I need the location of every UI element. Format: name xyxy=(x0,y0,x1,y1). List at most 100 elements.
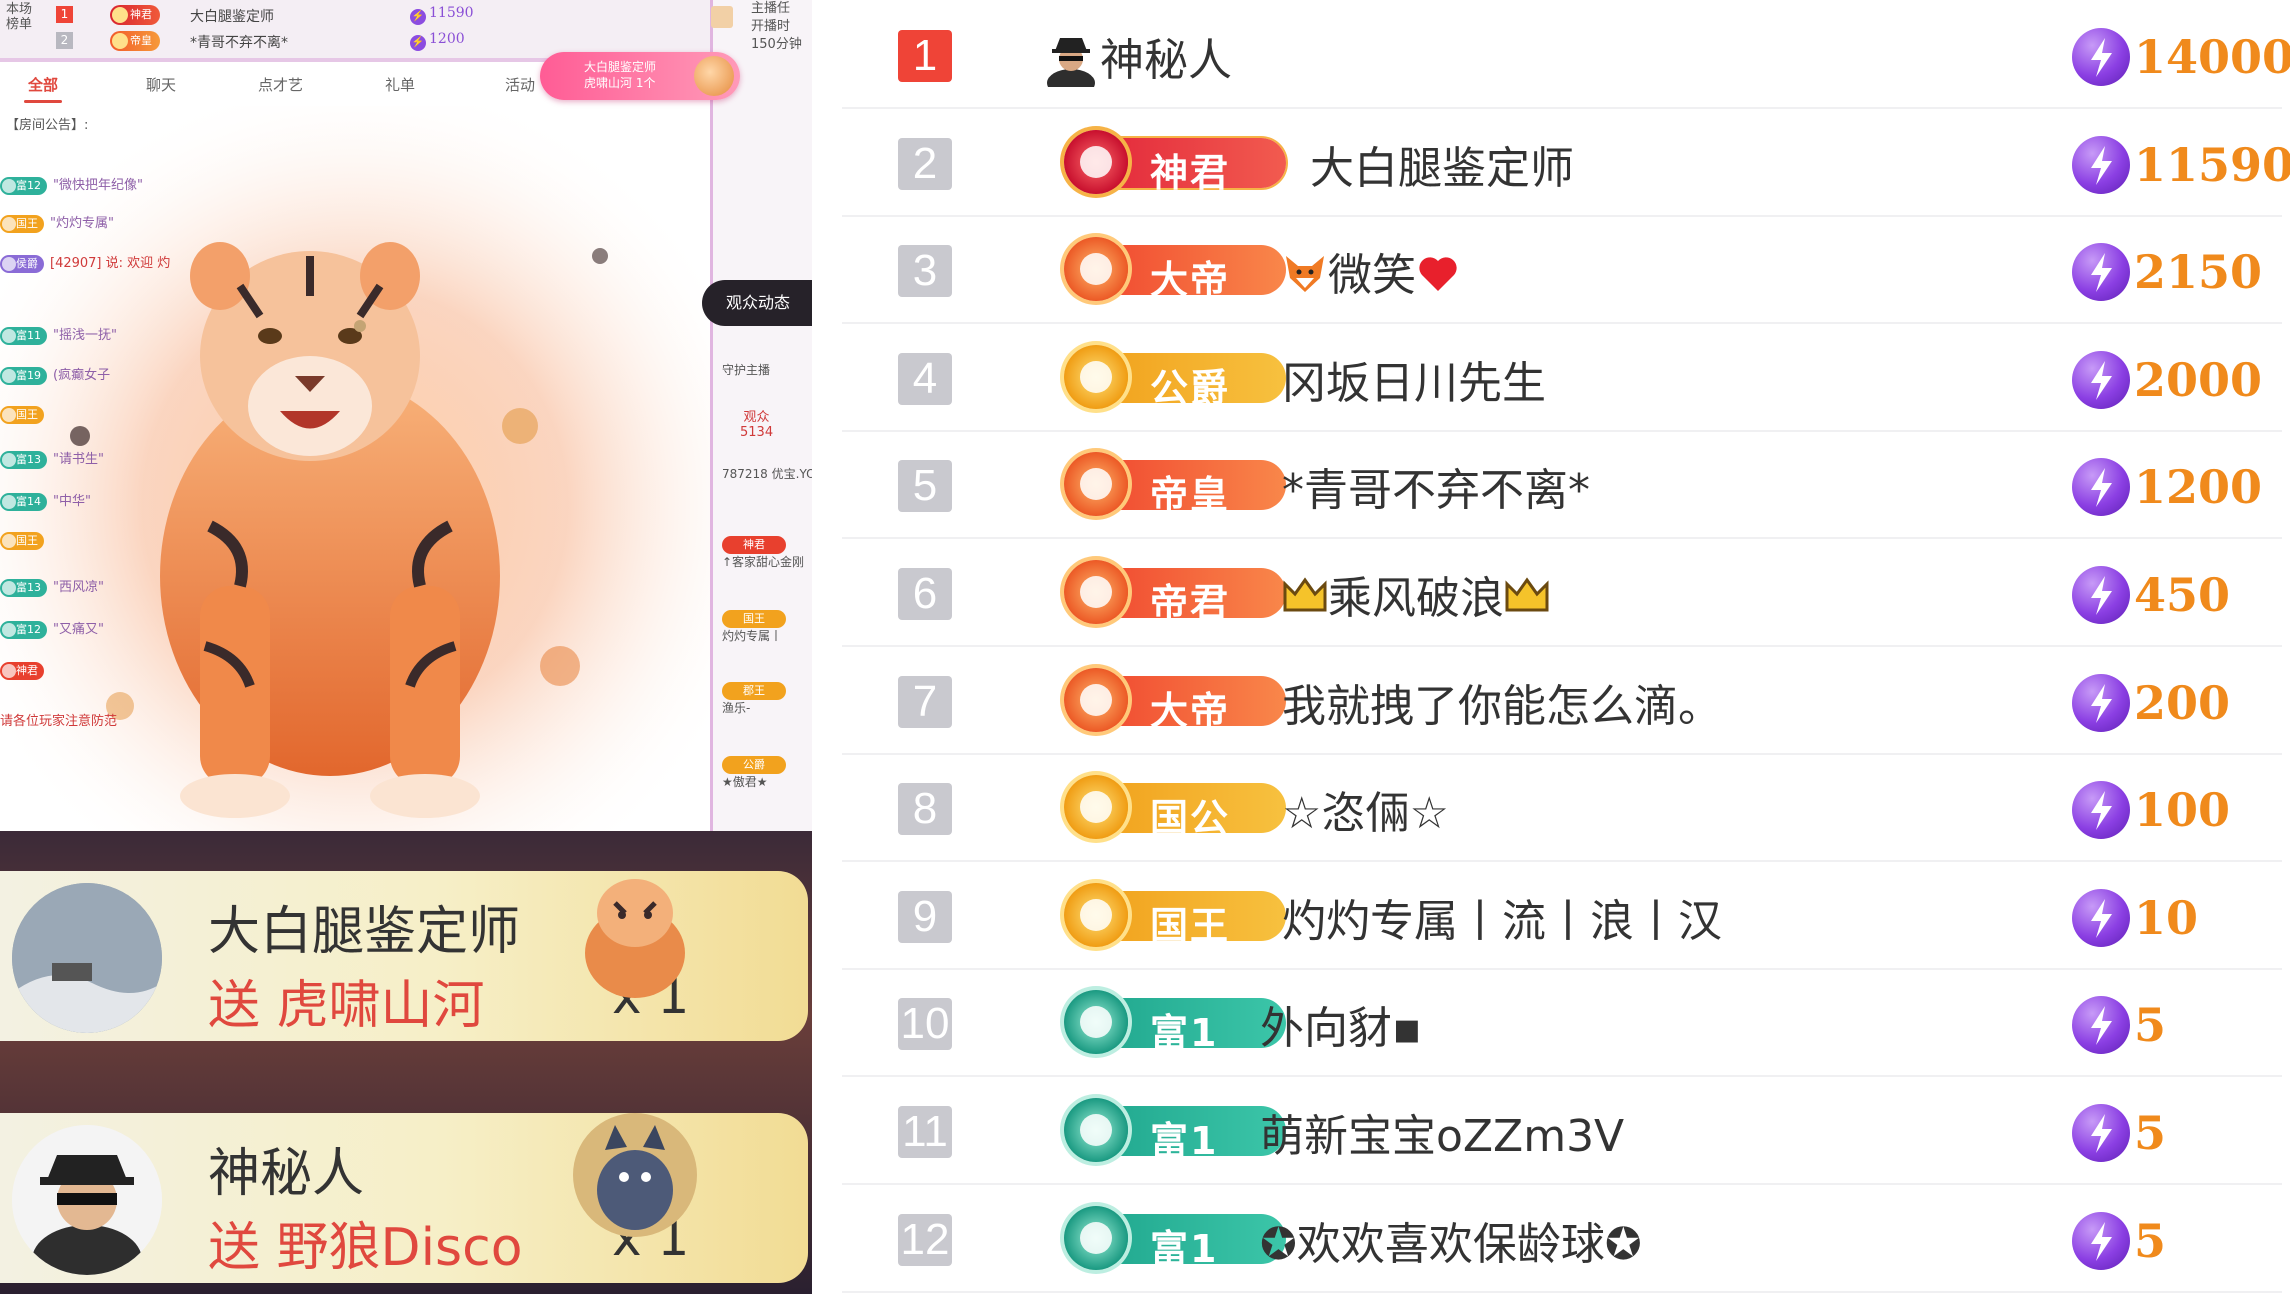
user-name[interactable]: 灼灼专属丨流丨浪丨汉 xyxy=(1282,885,1722,949)
tab-gift-list[interactable]: 礼单 xyxy=(385,74,415,95)
gift-sender-name: 大白腿鉴定师 xyxy=(208,902,521,962)
user-name-text: ☆恣倆☆ xyxy=(1282,788,1449,840)
side-guard-label[interactable]: 守护主播 xyxy=(722,362,770,378)
chat-message[interactable]: 侯爵 [42907] 说: 欢迎 灼 xyxy=(0,252,170,274)
gift-name: 虎啸山河 xyxy=(276,976,485,1036)
side-user[interactable]: 郡王 渔乐- xyxy=(722,682,786,716)
level-badge: 帝君 xyxy=(1064,560,1286,625)
user-name[interactable]: 冈坂日川先生 xyxy=(1282,347,1546,411)
medal-icon xyxy=(1064,990,1128,1055)
level-badge: 富1 xyxy=(1064,1205,1286,1271)
mini-rank-name: *青哥不弃不离* xyxy=(190,35,288,51)
rank-number: 5 xyxy=(898,460,952,513)
wealth-badge: 富11 xyxy=(0,326,47,345)
level-badge-label: 富1 xyxy=(1150,1226,1219,1271)
gift-popup[interactable]: 大白腿鉴定师 虎啸山河 1个 xyxy=(540,52,740,100)
leaderboard-row[interactable]: 2 神君 大白腿鉴定师 11590 xyxy=(842,110,2290,217)
mini-rank-badge: 帝皇 xyxy=(110,31,160,51)
chat-message[interactable]: 神君 xyxy=(0,662,50,684)
level-badge: 国王 xyxy=(1064,882,1286,948)
avatar[interactable] xyxy=(12,883,162,1033)
audience-activity-button[interactable]: 观众动态 xyxy=(702,280,812,326)
leaderboard-row[interactable]: 8 国公 ☆恣倆☆ 100 xyxy=(842,755,2282,863)
host-task-icon[interactable] xyxy=(711,6,733,28)
mini-rank-amount: ⚡ 11590 xyxy=(410,5,474,25)
side-user[interactable]: 787218 优宝.YOU xyxy=(722,466,812,482)
leaderboard-row[interactable]: 6 帝君 乘风破浪 450 xyxy=(842,540,2282,647)
chat-message[interactable]: 富19 (疯癫女子 xyxy=(0,364,110,386)
user-name-text: 微笑 xyxy=(1328,250,1416,302)
tab-all[interactable]: 全部 xyxy=(23,74,63,103)
tab-activity[interactable]: 活动 xyxy=(505,74,535,95)
user-name-text: 萌新宝宝oZZm3V xyxy=(1260,1111,1625,1162)
user-name[interactable]: *青哥不弃不离* xyxy=(1282,454,1590,518)
user-name[interactable]: 神秘人 xyxy=(1042,24,1232,98)
chat-message-text: "又痛又" xyxy=(53,622,104,637)
chat-message[interactable]: 富12 "微快把年纪像" xyxy=(0,174,143,196)
level-badge: 富1 xyxy=(1064,990,1286,1055)
chat-message-text: "微快把年纪像" xyxy=(53,178,143,193)
leaderboard-row[interactable]: 9 国王 灼灼专属丨流丨浪丨汉 10 xyxy=(842,863,2282,970)
level-badge: 公爵 xyxy=(1064,344,1286,410)
rank-number: 4 xyxy=(898,352,952,405)
leaderboard-row[interactable]: 1 神秘人 14000 xyxy=(842,2,2290,109)
mini-rank-amount: ⚡ 1200 xyxy=(410,31,465,51)
lightning-icon xyxy=(2072,1104,2130,1162)
gift-banners: 大白腿鉴定师 送 虎啸山河 x 1 神秘人 送 野狼Disco x 1 xyxy=(0,831,812,1294)
chat-message[interactable]: 国王 xyxy=(0,406,50,428)
leaderboard-row[interactable]: 5 帝皇 *青哥不弃不离* 1200 xyxy=(842,432,2282,540)
level-badge-label: 神君 xyxy=(1150,150,1231,195)
user-name[interactable]: 大白腿鉴定师 xyxy=(1310,132,1574,196)
user-name[interactable]: ☆恣倆☆ xyxy=(1282,777,1449,841)
user-name[interactable]: ✪欢欢喜欢保龄球✪ xyxy=(1260,1208,1642,1272)
heart-icon xyxy=(1416,253,1460,304)
side-user[interactable]: 神君 ↑客家甜心金刚 xyxy=(722,536,804,570)
side-user[interactable]: 公爵 ★傲君★ xyxy=(722,756,786,790)
mini-rank-row[interactable]: 1 神君 大白腿鉴定师 ⚡ 11590 xyxy=(0,2,520,28)
medal-icon xyxy=(1064,667,1128,732)
gift-name: 野狼Disco xyxy=(276,1218,523,1278)
audience-count[interactable]: 观众 5134 xyxy=(740,410,773,440)
gift-description: 送 野狼Disco xyxy=(208,1205,523,1280)
wealth-badge: 富12 xyxy=(0,620,47,639)
user-name[interactable]: 萌新宝宝oZZm3V xyxy=(1260,1100,1624,1164)
user-name[interactable]: 我就拽了你能怎么滴。 xyxy=(1282,670,1722,734)
mini-rank-row[interactable]: 2 帝皇 *青哥不弃不离* ⚡ 1200 xyxy=(0,28,520,54)
chat-message[interactable]: 富11 "摇浅一抚" xyxy=(0,324,117,346)
tab-chat[interactable]: 聊天 xyxy=(146,74,176,95)
host-info: 主播任 开播时 150分钟 xyxy=(751,0,802,54)
rank-number: 2 xyxy=(898,137,952,190)
noble-badge: 神君 xyxy=(0,662,44,680)
leaderboard-row[interactable]: 11 富1 萌新宝宝oZZm3V 5 xyxy=(842,1078,2282,1185)
leaderboard-row[interactable]: 10 富1 外向豺▪ 5 xyxy=(842,970,2282,1078)
leaderboard-row[interactable]: 3 大帝 微笑 2150 xyxy=(842,217,2282,325)
side-user[interactable]: 国王 灼灼专属丨 xyxy=(722,610,786,644)
chat-message[interactable]: 富14 "中华" xyxy=(0,490,91,512)
chat-message[interactable]: 富12 "又痛又" xyxy=(0,618,104,640)
user-name[interactable]: 乘风破浪 xyxy=(1282,562,1550,627)
level-badge-label: 国王 xyxy=(1150,903,1231,948)
leaderboard-row[interactable]: 12 富1 ✪欢欢喜欢保龄球✪ 5 xyxy=(842,1186,2282,1293)
gift-description: 送 虎啸山河 xyxy=(208,963,485,1038)
chat-message[interactable]: 富13 "西风凉" xyxy=(0,576,104,598)
lightning-icon xyxy=(2072,888,2130,947)
medal-icon xyxy=(1064,1205,1128,1270)
wealth-badge: 富14 xyxy=(0,492,47,511)
chat-message[interactable]: 国王 xyxy=(0,532,50,554)
leaderboard-row[interactable]: 4 公爵 冈坂日川先生 2000 xyxy=(842,325,2282,432)
chat-message[interactable]: 国王 "灼灼专属" xyxy=(0,212,114,234)
gift-sender-name: 神秘人 xyxy=(208,1144,365,1204)
leaderboard-row[interactable]: 7 大帝 我就拽了你能怎么滴。 200 xyxy=(842,648,2282,755)
chat-message[interactable]: 富13 "请书生" xyxy=(0,448,104,470)
noble-badge: 国王 xyxy=(0,214,44,233)
level-badge-label: 大帝 xyxy=(1150,258,1231,303)
user-name[interactable]: 外向豺▪ xyxy=(1260,992,1422,1056)
score-value: 2150 xyxy=(2134,245,2263,300)
tab-talent[interactable]: 点才艺 xyxy=(258,74,303,95)
leaderboard: 1 神秘人 14000 2 神君 大白腿鉴定师 11590 3 大帝 微笑 2150 4 公爵 冈坂日川先… xyxy=(812,0,2290,1294)
user-name[interactable]: 微笑 xyxy=(1282,239,1460,307)
user-name-text: 冈坂日川先生 xyxy=(1282,357,1546,409)
medal-icon xyxy=(1064,775,1128,840)
score-value: 5 xyxy=(2134,1106,2167,1160)
mystery-avatar-icon[interactable] xyxy=(12,1125,162,1275)
